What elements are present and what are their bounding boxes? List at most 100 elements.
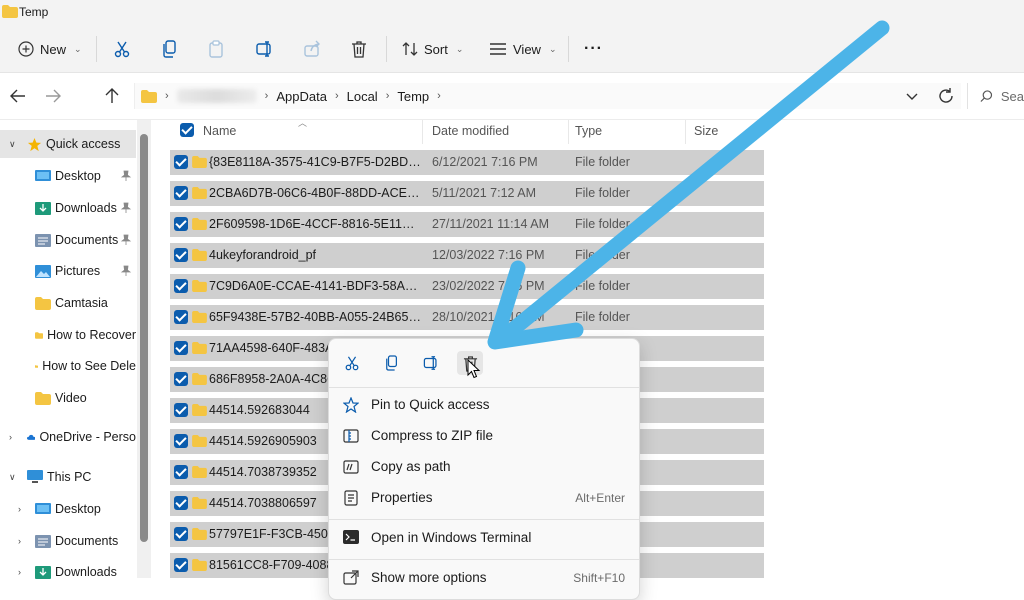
sidebar-item-camtasia[interactable]: Camtasia [0, 289, 136, 317]
column-divider[interactable] [568, 120, 569, 144]
sort-button[interactable]: Sort ⌄ [402, 34, 463, 64]
sidebar-item-how-to-see[interactable]: How to See Dele [0, 352, 136, 380]
more-icon: ··· [584, 40, 603, 57]
rename-icon [256, 41, 271, 57]
sidebar-item-pc-downloads[interactable]: › Downloads [0, 558, 136, 586]
sidebar-item-label: Downloads [55, 201, 117, 215]
back-button[interactable] [7, 85, 29, 107]
sidebar-item-onedrive[interactable]: › OneDrive - Perso [0, 423, 136, 451]
crumb-temp[interactable]: Temp [397, 89, 429, 104]
chevron-down-icon[interactable] [905, 89, 919, 103]
sidebar-item-pictures[interactable]: Pictures [0, 257, 136, 285]
copy-icon [386, 355, 397, 371]
ctx-cut-button[interactable] [339, 351, 365, 375]
table-row[interactable]: {83E8118A-3575-41C9-B7F5-D2BDB5F... 6/12/… [170, 150, 764, 175]
menu-item-properties[interactable]: Properties Alt+Enter [329, 483, 639, 513]
file-name: 7C9D6A0E-CCAE-4141-BDF3-58ADF78... [209, 279, 421, 293]
sidebar-item-video[interactable]: Video [0, 384, 136, 412]
menu-item-open-terminal[interactable]: Open in Windows Terminal [329, 523, 639, 553]
sidebar-item-label: Downloads [55, 565, 117, 579]
cut-button[interactable] [113, 34, 131, 64]
sidebar-scrollbar[interactable] [137, 120, 151, 578]
row-checkbox[interactable] [174, 248, 188, 262]
ctx-rename-button[interactable] [418, 351, 444, 375]
table-row[interactable]: 7C9D6A0E-CCAE-4141-BDF3-58ADF78... 23/02/… [170, 274, 764, 299]
select-all-checkbox[interactable] [180, 123, 194, 137]
sidebar-item-this-pc[interactable]: ∨ This PC [0, 463, 136, 491]
search-input[interactable]: Sea [967, 83, 1024, 109]
menu-item-compress-zip[interactable]: Compress to ZIP file [329, 421, 639, 451]
row-checkbox[interactable] [174, 465, 188, 479]
row-checkbox[interactable] [174, 217, 188, 231]
forward-button[interactable] [42, 85, 64, 107]
table-row[interactable]: 65F9438E-57B2-40BB-A055-24B65A39... 28/10… [170, 305, 764, 330]
table-row[interactable]: 2F609598-1D6E-4CCF-8816-5E11BFD4... 27/11… [170, 212, 764, 237]
chevron-down-icon: ∨ [9, 472, 16, 482]
column-name[interactable]: Name [203, 124, 236, 138]
chevron-right-icon: › [9, 432, 12, 442]
row-checkbox[interactable] [174, 403, 188, 417]
column-size[interactable]: Size [694, 124, 718, 138]
row-checkbox[interactable] [174, 186, 188, 200]
file-name: 2F609598-1D6E-4CCF-8816-5E11BFD4... [209, 217, 421, 231]
arrow-left-icon [10, 89, 25, 103]
new-button[interactable]: New ⌄ [18, 34, 82, 64]
file-date: 23/02/2022 7:16 PM [432, 279, 545, 293]
folder-icon [192, 466, 207, 478]
row-checkbox[interactable] [174, 527, 188, 541]
sidebar-item-desktop[interactable]: Desktop [0, 162, 136, 190]
cloud-icon [27, 434, 36, 440]
table-row[interactable]: 4ukeyforandroid_pf 12/03/2022 7:16 PM File… [170, 243, 764, 268]
sidebar-item-label: Quick access [46, 137, 121, 151]
row-checkbox[interactable] [174, 372, 188, 386]
scrollbar-thumb[interactable] [140, 134, 148, 542]
delete-button[interactable] [351, 34, 367, 64]
sidebar-item-pc-desktop[interactable]: › Desktop [0, 495, 136, 523]
crumb-local[interactable]: Local [347, 89, 378, 104]
folder-icon [2, 5, 18, 18]
ctx-copy-button[interactable] [379, 351, 405, 375]
table-row[interactable]: 2CBA6D7B-06C6-4B0F-88DD-ACE7446... 5/11/2… [170, 181, 764, 206]
menu-item-label: Copy as path [371, 459, 451, 474]
sidebar-item-quick-access[interactable]: ∨ Quick access [0, 130, 136, 158]
share-button[interactable] [304, 34, 322, 64]
row-checkbox[interactable] [174, 496, 188, 510]
column-divider[interactable] [685, 120, 686, 144]
sidebar-item-downloads[interactable]: Downloads [0, 194, 136, 222]
sidebar-item-how-to-recover[interactable]: How to Recover [0, 321, 136, 349]
downloads-icon [35, 565, 51, 579]
address-input[interactable]: › › AppData › Local › Temp › [134, 83, 961, 109]
copy-button[interactable] [162, 34, 178, 64]
more-options-button[interactable]: ··· [584, 34, 603, 64]
chevron-down-icon: ⌄ [548, 43, 557, 54]
menu-item-pin-quick-access[interactable]: Pin to Quick access [329, 390, 639, 420]
folder-icon [192, 187, 207, 199]
folder-icon [192, 373, 207, 385]
menu-item-show-more-options[interactable]: Show more options Shift+F10 [329, 563, 639, 593]
row-checkbox[interactable] [174, 155, 188, 169]
file-date: 12/03/2022 7:16 PM [432, 248, 545, 262]
folder-icon [192, 280, 207, 292]
blurred-crumb [176, 89, 257, 103]
plus-circle-icon [18, 41, 34, 57]
column-date-modified[interactable]: Date modified [432, 124, 509, 138]
row-checkbox[interactable] [174, 341, 188, 355]
paste-button[interactable] [208, 34, 224, 64]
view-button[interactable]: View ⌄ [489, 34, 557, 64]
sidebar-item-documents[interactable]: Documents [0, 226, 136, 254]
refresh-icon[interactable] [937, 87, 955, 105]
crumb-appdata[interactable]: AppData [276, 89, 327, 104]
column-header: ︿ Name Date modified Type Size [170, 118, 764, 144]
row-checkbox[interactable] [174, 310, 188, 324]
chevron-right-icon: › [18, 504, 21, 514]
row-checkbox[interactable] [174, 434, 188, 448]
column-divider[interactable] [422, 120, 423, 144]
chevron-right-icon: › [385, 90, 390, 102]
sidebar-item-pc-documents[interactable]: › Documents [0, 527, 136, 555]
row-checkbox[interactable] [174, 558, 188, 572]
rename-button[interactable] [256, 34, 274, 64]
row-checkbox[interactable] [174, 279, 188, 293]
up-button[interactable] [101, 85, 123, 107]
menu-item-copy-path[interactable]: Copy as path [329, 452, 639, 482]
column-type[interactable]: Type [575, 124, 602, 138]
